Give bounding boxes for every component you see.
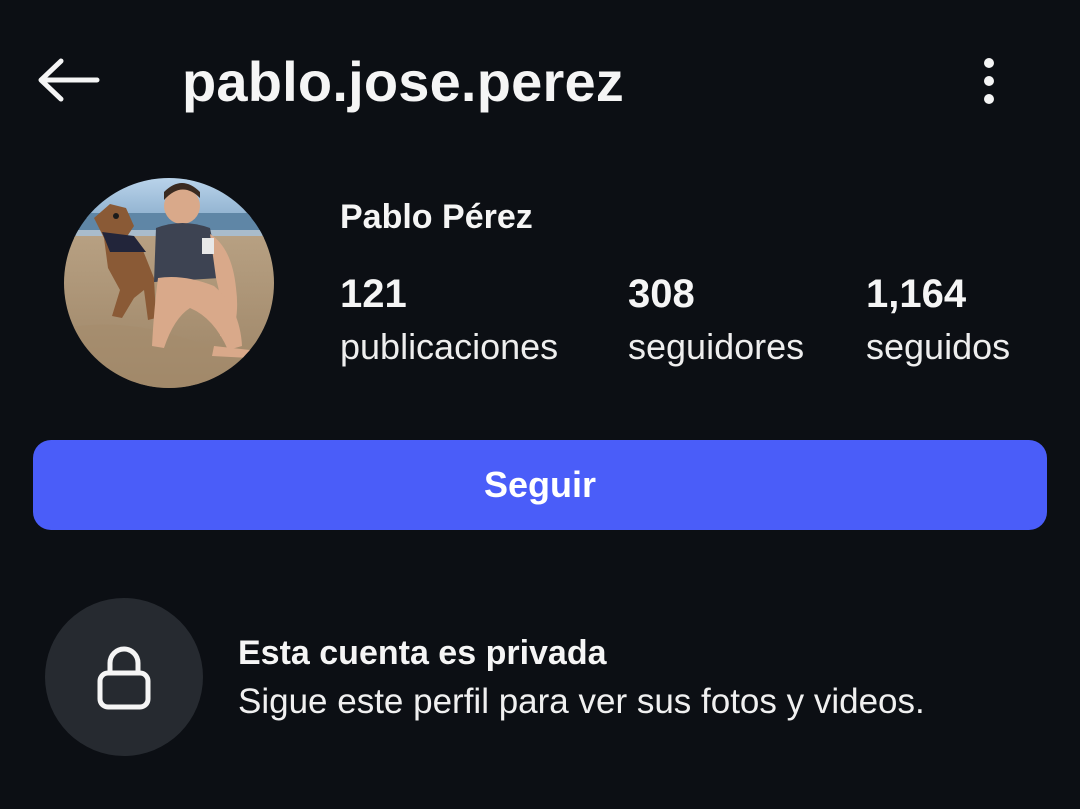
following-count-label: seguidos <box>866 326 1011 367</box>
following-count-value: 1,164 <box>866 272 967 316</box>
private-account-subtitle: Sigue este perfil para ver sus fotos y v… <box>238 682 925 721</box>
followers-count-label: seguidores <box>628 326 805 367</box>
following-count[interactable]: 1,164 seguidos <box>866 268 1010 374</box>
posts-count-label: publicaciones <box>340 326 559 367</box>
posts-count-value: 121 <box>340 272 407 316</box>
avatar[interactable] <box>64 178 274 388</box>
lock-icon <box>97 646 151 710</box>
arrow-left-icon <box>38 58 100 102</box>
vertical-ellipsis-icon <box>984 58 994 104</box>
back-button[interactable] <box>30 50 106 110</box>
private-lock-badge <box>45 598 203 756</box>
follow-button[interactable]: Seguir <box>33 440 1047 530</box>
followers-count[interactable]: 308 seguidores <box>628 268 804 374</box>
page-title: pablo.jose.perez <box>182 50 624 113</box>
profile-photo <box>64 178 274 388</box>
display-name: Pablo Pérez <box>340 198 533 236</box>
private-account-title: Esta cuenta es privada <box>238 634 607 672</box>
posts-count[interactable]: 121 publicaciones <box>340 268 558 374</box>
followers-count-value: 308 <box>628 272 695 316</box>
more-options-button[interactable] <box>958 50 1020 112</box>
